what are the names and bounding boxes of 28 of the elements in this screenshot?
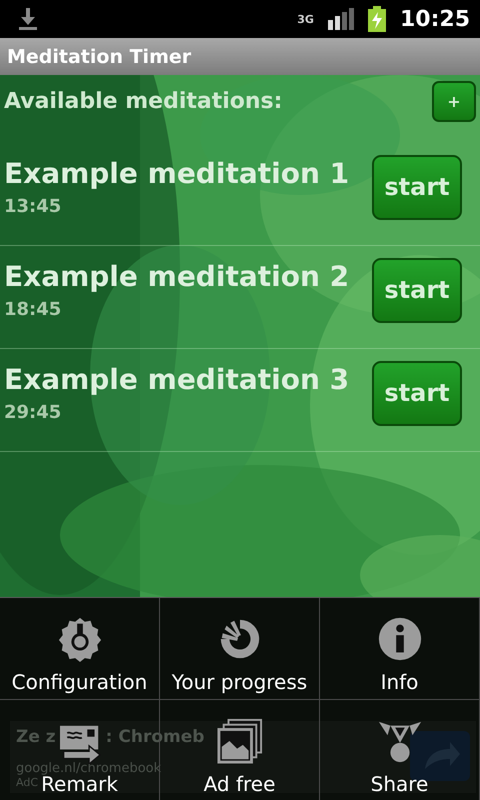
download-icon <box>18 8 38 30</box>
meditation-duration: 18:45 <box>4 299 62 320</box>
ad-attribution: AdC <box>16 776 38 789</box>
gear-icon <box>56 616 102 662</box>
start-button[interactable]: start <box>372 360 462 426</box>
meditation-name: Example meditation 1 <box>4 157 350 190</box>
ad-headline: : Chromeb <box>106 727 204 747</box>
ad-url: google.nl/chromebook <box>16 761 162 776</box>
battery-icon <box>368 6 386 32</box>
info-icon <box>376 616 422 662</box>
start-button[interactable]: start <box>372 258 462 322</box>
clock-time: 10:25 <box>400 6 470 32</box>
menu-item[interactable]: Info <box>380 670 418 694</box>
menu-item[interactable]: Your progress <box>172 670 308 694</box>
start-button[interactable]: start <box>372 154 462 220</box>
signal-icon <box>328 8 354 30</box>
section-heading: Available meditations: <box>4 89 282 114</box>
add-button[interactable]: + <box>432 81 476 122</box>
meditation-name: Example meditation 2 <box>4 260 350 293</box>
network-type: 3G <box>297 14 314 24</box>
menu-item[interactable]: Configuration <box>12 670 148 694</box>
ad-headline: Ze z <box>16 727 56 747</box>
meditation-name: Example meditation 3 <box>4 363 350 396</box>
menu-item[interactable]: Share <box>370 772 428 796</box>
meditation-duration: 29:45 <box>4 402 62 423</box>
menu-item[interactable]: Ad free <box>204 772 276 796</box>
window-title: Meditation Timer <box>7 46 192 68</box>
meditation-duration: 13:45 <box>4 196 62 217</box>
